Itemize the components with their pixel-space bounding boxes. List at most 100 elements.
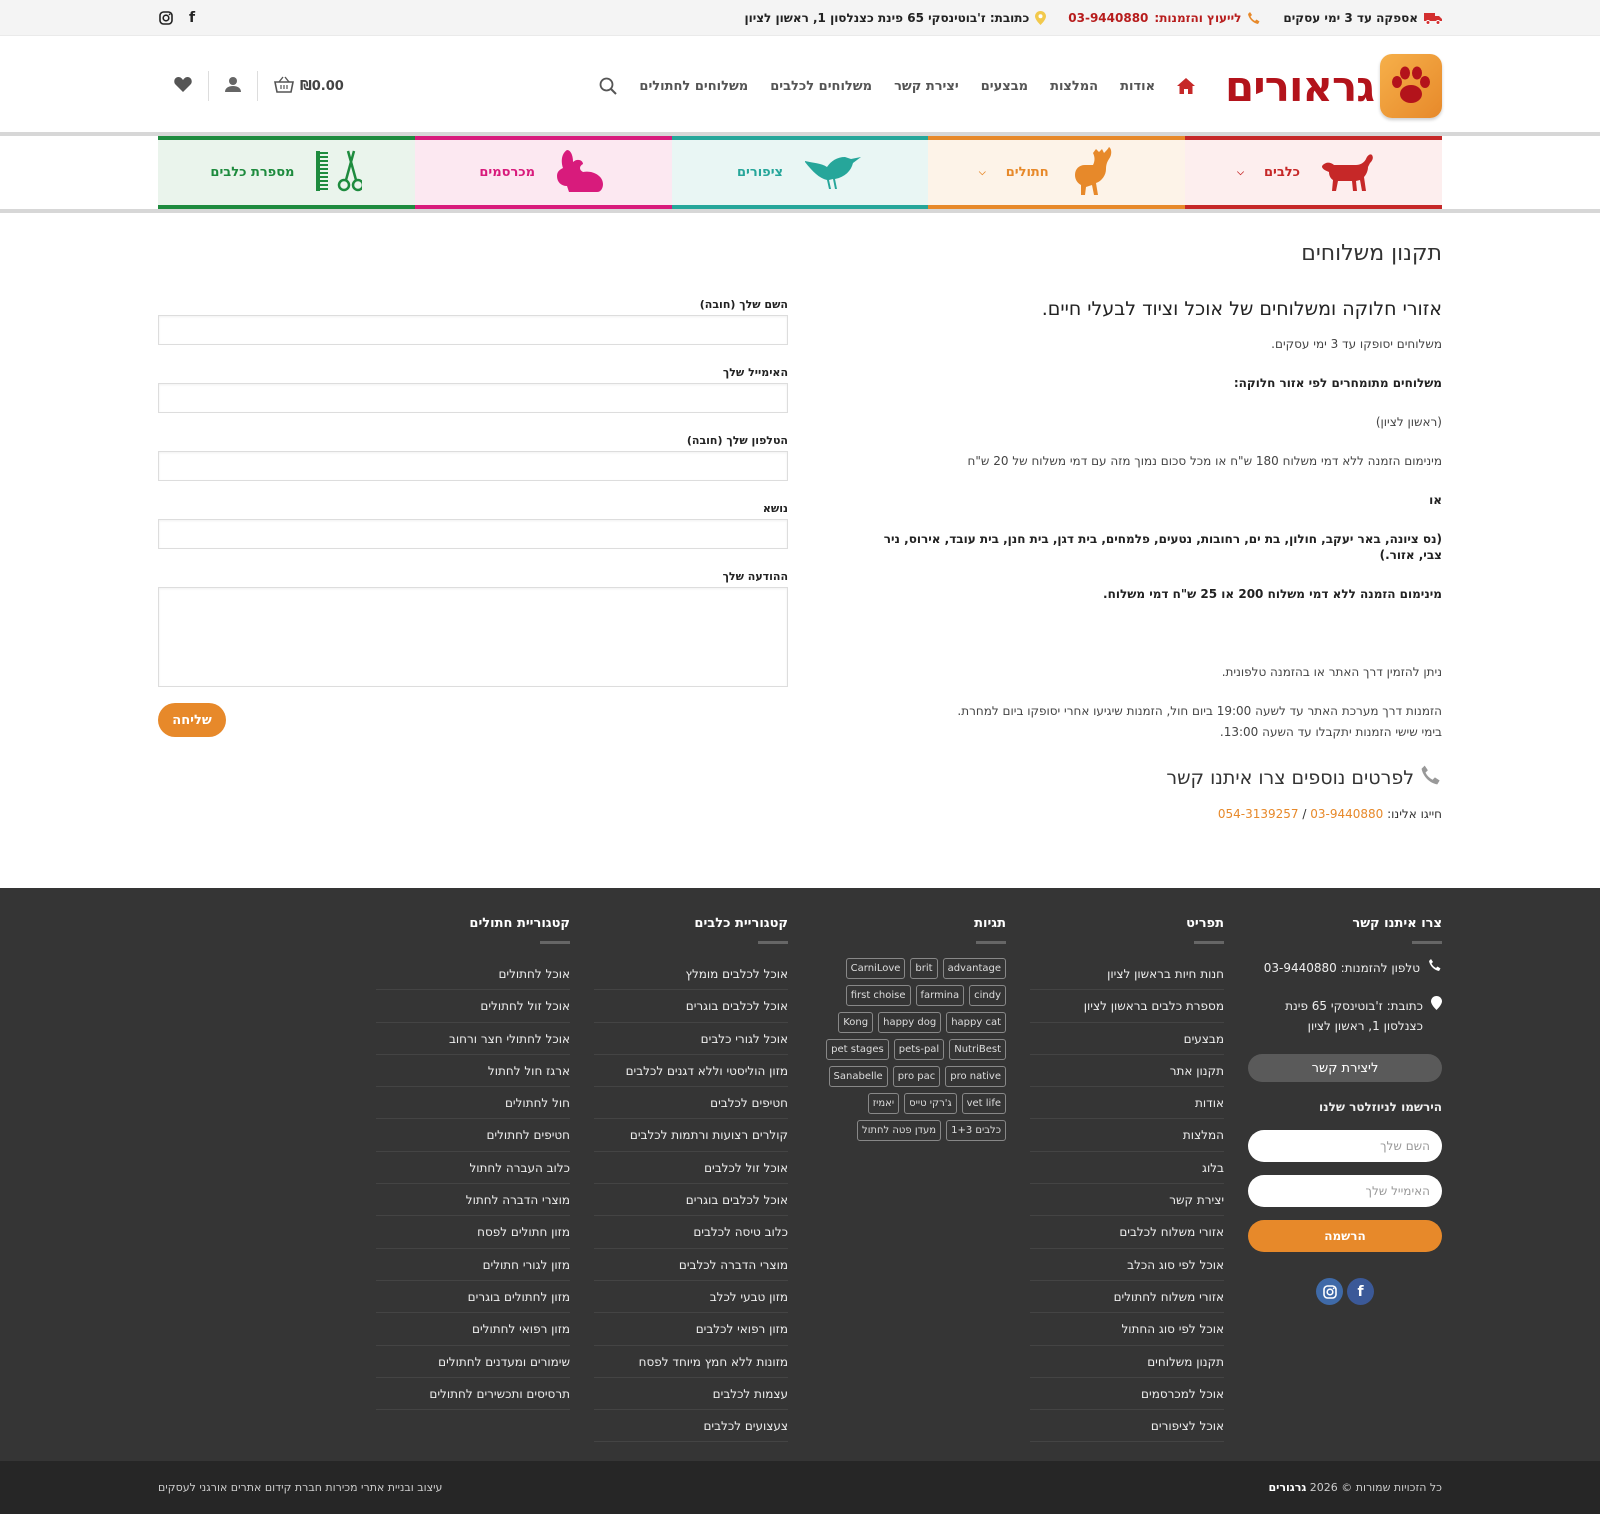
- footer-dog-category-link[interactable]: מזון הוליסטי וללא דגנים לכלבים: [594, 1055, 788, 1088]
- contact-us-button[interactable]: ליצירת קשר: [1248, 1054, 1442, 1082]
- search-icon[interactable]: [599, 77, 618, 95]
- phone-field[interactable]: [158, 451, 788, 481]
- tag-link[interactable]: farmina: [915, 985, 965, 1006]
- tag-link[interactable]: Kong: [838, 1012, 874, 1033]
- subscribe-button[interactable]: הרשמה: [1248, 1220, 1442, 1252]
- tag-link[interactable]: pro pac: [892, 1066, 941, 1087]
- footer-menu-link[interactable]: אזורי משלוח לכלבים: [1030, 1216, 1224, 1249]
- nav-cat-shipping[interactable]: משלוחים לחתולים: [639, 79, 748, 94]
- footer-dog-category-link[interactable]: אוכל לכלבים בוגרים: [594, 1184, 788, 1217]
- footer-cat-category-link[interactable]: אוכל לחתולי חצר ורחוב: [376, 1023, 570, 1055]
- footer-menu-link[interactable]: מבצעים: [1030, 1023, 1224, 1055]
- footer-dog-category-link[interactable]: אוכל לגורי כלבים: [594, 1023, 788, 1055]
- footer-cat-category-link[interactable]: מזון לחתולים בוגרים: [376, 1281, 570, 1314]
- footer-cat-category-link[interactable]: מזון רפואי לחתולים: [376, 1313, 570, 1346]
- footer-cat-category-link[interactable]: חול לחתולים: [376, 1087, 570, 1120]
- footer-menu-link[interactable]: חנות חיות בראשון לציון: [1030, 958, 1224, 991]
- tag-link[interactable]: vet life: [961, 1093, 1006, 1114]
- subject-field[interactable]: [158, 519, 788, 549]
- name-field[interactable]: [158, 315, 788, 345]
- footer-dog-category-link[interactable]: עצמות לכלבים: [594, 1378, 788, 1411]
- footer-menu-link[interactable]: בלוג: [1030, 1152, 1224, 1185]
- nav-contact[interactable]: יצירת קשר: [894, 79, 959, 94]
- footer-cat-category-link[interactable]: מזון לגורי חתולים: [376, 1249, 570, 1281]
- nav-dog-shipping[interactable]: משלוחים לכלבים: [770, 79, 872, 94]
- footer-cat-category-link[interactable]: שימורים ומעדנים לחתולים: [376, 1346, 570, 1378]
- newsletter-name-input[interactable]: השם שלך: [1248, 1130, 1442, 1162]
- tag-link[interactable]: מעדן פטה לחתול: [857, 1120, 942, 1141]
- home-icon[interactable]: [1177, 78, 1196, 94]
- tag-link[interactable]: ג'רקי טייס: [904, 1093, 957, 1114]
- footer-dog-category-link[interactable]: מזון טבעי לכלב: [594, 1281, 788, 1314]
- newsletter-email-input[interactable]: האימייל שלך: [1248, 1175, 1442, 1207]
- footer-cat-category-link[interactable]: ארגז חול לחתול: [376, 1055, 570, 1088]
- category-cats[interactable]: חתולים ⌵: [928, 136, 1186, 209]
- footer-dog-category-link[interactable]: מוצרי הדברה לכלבים: [594, 1249, 788, 1281]
- tag-link[interactable]: cindy: [969, 985, 1006, 1006]
- footer-dog-category-link[interactable]: צעצועים לכלבים: [594, 1410, 788, 1443]
- credit-text[interactable]: עיצוב ובניית אתרי מכירות חברת קידום אתרי…: [158, 1481, 442, 1494]
- footer-cat-category-link[interactable]: אוכל זול לחתולים: [376, 990, 570, 1023]
- footer-menu-link[interactable]: אזורי משלוח לחתולים: [1030, 1281, 1224, 1314]
- footer-cat-category-link[interactable]: חטיפים לחתולים: [376, 1119, 570, 1152]
- wishlist-button[interactable]: [158, 71, 209, 101]
- tag-link[interactable]: יאמיז: [867, 1093, 900, 1114]
- facebook-icon[interactable]: f: [184, 10, 200, 26]
- tag-link[interactable]: pro native: [945, 1066, 1006, 1087]
- footer-dog-category-link[interactable]: מזון רפואי לכלבים: [594, 1313, 788, 1346]
- email-field[interactable]: [158, 383, 788, 413]
- footer-cat-category-link[interactable]: כלוב העברה לחתול: [376, 1152, 570, 1185]
- nav-about[interactable]: אודות: [1120, 79, 1155, 94]
- footer-phone[interactable]: טלפון להזמנות: 03-9440880: [1248, 958, 1442, 978]
- nav-testimonials[interactable]: המלצות: [1050, 79, 1098, 94]
- message-field[interactable]: [158, 587, 788, 687]
- footer-menu-link[interactable]: אוכל לציפורים: [1030, 1410, 1224, 1443]
- category-grooming[interactable]: מספרת כלבים: [158, 136, 415, 209]
- tag-link[interactable]: pets-pal: [893, 1039, 945, 1060]
- footer-menu-link[interactable]: אוכל לפי סוג החתול: [1030, 1313, 1224, 1346]
- footer-menu-link[interactable]: אוכל לפי סוג הכלב: [1030, 1249, 1224, 1281]
- footer-cat-category-link[interactable]: תרסיסים ותכשירים לחתולים: [376, 1378, 570, 1411]
- account-button[interactable]: [209, 71, 258, 101]
- footer-menu-link[interactable]: תקנון אתר: [1030, 1055, 1224, 1088]
- tag-link[interactable]: pet stages: [826, 1039, 889, 1060]
- tag-link[interactable]: Sanabelle: [828, 1066, 888, 1087]
- nav-sales[interactable]: מבצעים: [981, 79, 1028, 94]
- footer-dog-category-link[interactable]: מזונות ללא חמץ מיוחד לפסח: [594, 1346, 788, 1378]
- footer-menu-link[interactable]: מספרת כלבים בראשון לציון: [1030, 990, 1224, 1023]
- cart-button[interactable]: ₪0.00: [258, 71, 360, 101]
- tag-link[interactable]: NutriBest: [949, 1039, 1006, 1060]
- footer-dog-category-link[interactable]: חטיפים לכלבים: [594, 1087, 788, 1120]
- logo[interactable]: גראורים: [1225, 54, 1442, 118]
- footer-dog-category-link[interactable]: אוכל זול לכלבים: [594, 1152, 788, 1185]
- instagram-icon[interactable]: [158, 10, 174, 26]
- tag-link[interactable]: brit: [910, 958, 938, 979]
- footer-cat-category-link[interactable]: אוכל לחתולים: [376, 958, 570, 991]
- footer-dog-category-link[interactable]: אוכל לכלבים בוגרים: [594, 990, 788, 1023]
- footer-dog-category-link[interactable]: קולרים רצועות ורתמות לכלבים: [594, 1119, 788, 1152]
- footer-cat-category-link[interactable]: מזון חתולים לפסח: [376, 1216, 570, 1249]
- footer-menu-link[interactable]: אודות: [1030, 1087, 1224, 1120]
- footer-menu-link[interactable]: יצירת קשר: [1030, 1184, 1224, 1217]
- tag-link[interactable]: first choise: [845, 985, 911, 1006]
- footer-dog-category-link[interactable]: כלוב טיסה לכלבים: [594, 1216, 788, 1249]
- instagram-icon[interactable]: [1316, 1278, 1343, 1305]
- category-birds[interactable]: ציפורים: [671, 136, 929, 209]
- tag-link[interactable]: כלבים 1+3: [946, 1120, 1006, 1141]
- category-rodents[interactable]: מכרסמים: [414, 136, 672, 209]
- tag-link[interactable]: CarniLove: [845, 958, 906, 979]
- phone-number[interactable]: 03-9440880: [1068, 11, 1148, 25]
- phone-link-1[interactable]: 03-9440880: [1310, 807, 1383, 821]
- footer-menu-link[interactable]: המלצות: [1030, 1119, 1224, 1152]
- category-dogs[interactable]: כלבים ⌵: [1185, 136, 1442, 209]
- phone-info[interactable]: לייעוץ והזמנות: 03-9440880: [1068, 11, 1261, 25]
- facebook-icon[interactable]: f: [1347, 1278, 1374, 1305]
- footer-dog-category-link[interactable]: אוכל לכלבים מומלץ: [594, 958, 788, 991]
- tag-link[interactable]: happy dog: [878, 1012, 942, 1033]
- footer-menu-link[interactable]: תקנון משלוחים: [1030, 1346, 1224, 1378]
- submit-button[interactable]: שליחה: [158, 703, 226, 737]
- footer-menu-link[interactable]: אוכל למכרסמים: [1030, 1378, 1224, 1411]
- copyright-brand[interactable]: גרגורים: [1269, 1481, 1307, 1494]
- tag-link[interactable]: advantage: [942, 958, 1006, 979]
- tag-link[interactable]: happy cat: [946, 1012, 1006, 1033]
